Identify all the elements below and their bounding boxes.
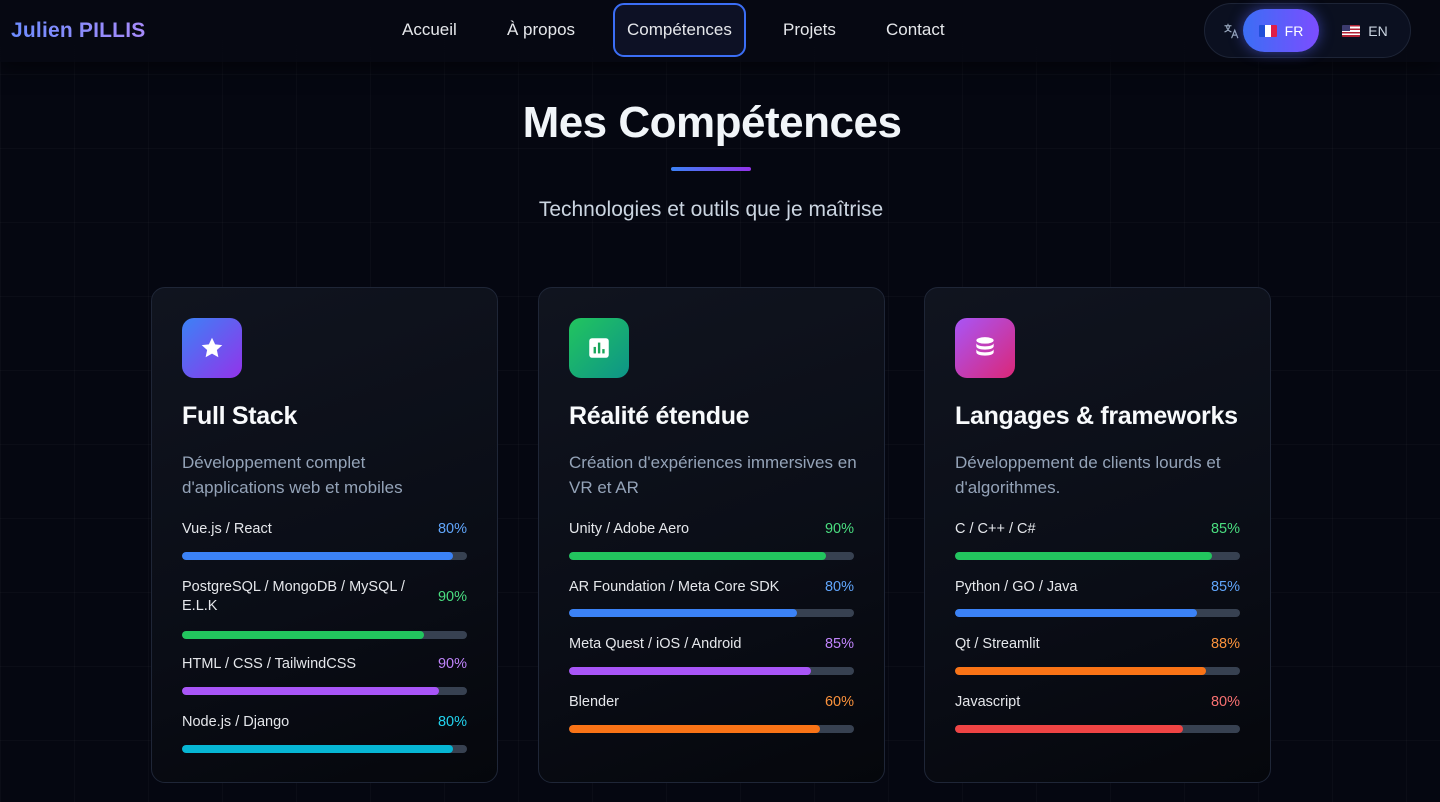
skill-progress-bar xyxy=(182,631,467,639)
skill-progress-bar xyxy=(182,745,467,753)
skill-name: Meta Quest / iOS / Android xyxy=(569,636,742,652)
skill-percent: 80% xyxy=(437,521,467,537)
skill-percent: 85% xyxy=(1210,521,1240,537)
skill-card-langages-frameworks: Langages & frameworks Développement de c… xyxy=(924,287,1271,783)
skill-name: PostgreSQL / MongoDB / MySQL / E.L.K xyxy=(182,579,405,614)
star-icon xyxy=(182,318,242,378)
title-underline xyxy=(671,167,751,171)
bar-chart-icon xyxy=(569,318,629,378)
skill-percent: 60% xyxy=(824,694,854,710)
database-icon xyxy=(955,318,1015,378)
skill-progress-fill xyxy=(182,687,439,695)
skill-name: HTML / CSS / TailwindCSS xyxy=(182,656,357,672)
skill-progress-fill xyxy=(569,667,812,675)
skill-name: Blender xyxy=(569,694,619,710)
skill-progress-bar xyxy=(955,667,1240,675)
skill-percent: 85% xyxy=(1210,579,1240,595)
skill-progress-bar xyxy=(955,725,1240,733)
lang-label-fr: FR xyxy=(1284,22,1304,39)
skill-progress-fill xyxy=(182,552,453,560)
skill-percent: 88% xyxy=(1210,636,1240,652)
lang-button-fr[interactable]: FR xyxy=(1243,9,1319,52)
nav-link-competences[interactable]: Compétences xyxy=(613,3,746,57)
skill-percent: 90% xyxy=(437,656,467,672)
skill-progress-bar xyxy=(182,687,467,695)
lang-button-en[interactable]: EN xyxy=(1327,9,1403,52)
skill-progress-bar xyxy=(569,725,854,733)
skill-percent: 85% xyxy=(824,636,854,652)
skill-percent: 80% xyxy=(1210,694,1240,710)
skill-progress-fill xyxy=(182,745,453,753)
skill-progress-fill xyxy=(955,609,1198,617)
skill-percent: 80% xyxy=(437,714,467,730)
nav-link-a-propos[interactable]: À propos xyxy=(507,3,575,57)
nav-link-contact[interactable]: Contact xyxy=(886,3,945,57)
skill-name: Python / GO / Java xyxy=(955,579,1078,595)
card-description: Développement de clients lourds et d'alg… xyxy=(955,453,1221,497)
skill-progress-bar xyxy=(955,609,1240,617)
skill-name: AR Foundation / Meta Core SDK xyxy=(569,579,780,595)
skill-name: Qt / Streamlit xyxy=(955,636,1040,652)
nav-link-accueil[interactable]: Accueil xyxy=(402,3,457,57)
skill-percent: 90% xyxy=(824,521,854,537)
skill-percent: 90% xyxy=(437,589,467,605)
skill-progress-fill xyxy=(569,609,797,617)
skill-progress-bar xyxy=(955,552,1240,560)
skill-progress-fill xyxy=(955,725,1183,733)
skill-progress-bar xyxy=(569,552,854,560)
skill-progress-bar xyxy=(569,667,854,675)
skill-progress-fill xyxy=(569,552,826,560)
skill-progress-fill xyxy=(955,552,1212,560)
card-title: Langages & frameworks xyxy=(955,402,1238,430)
nav-link-projets[interactable]: Projets xyxy=(783,3,836,57)
skill-card-realite-etendue: Réalité étendue Création d'expériences i… xyxy=(538,287,885,783)
card-description: Création d'expériences immersives en VR … xyxy=(569,453,857,497)
skill-progress-bar xyxy=(569,609,854,617)
navbar: Julien PILLIS Accueil À propos Compétenc… xyxy=(0,0,1440,62)
section-title: Mes Compétences xyxy=(522,98,902,147)
card-description: Développement complet d'applications web… xyxy=(182,453,403,497)
skill-progress-fill xyxy=(569,725,820,733)
skill-percent: 80% xyxy=(824,579,854,595)
skill-name: C / C++ / C# xyxy=(955,521,1036,537)
france-flag-icon xyxy=(1258,24,1277,37)
skill-name: Unity / Adobe Aero xyxy=(569,521,690,537)
skill-progress-fill xyxy=(182,631,425,639)
card-title: Réalité étendue xyxy=(569,402,750,430)
skill-progress-bar xyxy=(182,552,467,560)
card-title: Full Stack xyxy=(182,402,298,430)
translate-icon xyxy=(1224,23,1239,39)
us-flag-icon xyxy=(1342,24,1361,37)
language-switcher: FR EN xyxy=(1204,3,1411,58)
skill-card-full-stack: Full Stack Développement complet d'appli… xyxy=(151,287,498,783)
skill-name: Node.js / Django xyxy=(182,714,290,730)
section-subtitle: Technologies et outils que je maîtrise xyxy=(538,198,884,221)
skill-name: Javascript xyxy=(955,694,1021,710)
skill-name: Vue.js / React xyxy=(182,521,272,537)
skill-progress-fill xyxy=(955,667,1206,675)
lang-label-en: EN xyxy=(1368,22,1388,39)
